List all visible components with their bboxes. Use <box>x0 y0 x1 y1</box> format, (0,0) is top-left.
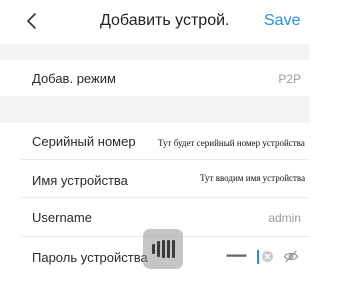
add-mode-label: Добав. режим <box>32 71 116 86</box>
voice-input-button[interactable] <box>143 229 183 269</box>
voice-bar <box>157 241 160 257</box>
password-input[interactable]: •••••••• <box>214 249 264 265</box>
add-mode-value: P2P <box>278 72 301 86</box>
username-label: Username <box>32 210 92 225</box>
right-margin <box>309 44 359 287</box>
section-separator <box>0 96 309 123</box>
voice-bar <box>167 240 170 258</box>
back-button[interactable] <box>20 9 44 33</box>
password-label: Пароль устройства <box>32 250 148 265</box>
page-title: Добавить устрой... <box>100 12 230 29</box>
text-caret <box>257 250 259 264</box>
username-value: admin <box>268 211 301 225</box>
section-separator <box>0 44 309 60</box>
voice-bar <box>152 244 155 254</box>
eye-off-icon <box>283 250 299 263</box>
voice-bar <box>162 240 165 258</box>
add-device-screen: Добавить устрой... Save Добав. режим P2P… <box>0 0 359 287</box>
serial-number-label: Серийный номер <box>32 134 136 149</box>
device-name-label: Имя устройства <box>32 173 128 188</box>
chevron-left-icon <box>27 13 36 29</box>
serial-number-annotation: Тут будет серийный номер устройства <box>158 138 305 148</box>
password-masked-value: •••••••• <box>226 251 247 262</box>
clear-circle-icon <box>264 253 271 260</box>
voice-bar <box>172 240 175 258</box>
add-mode-row[interactable]: Добав. режим P2P <box>0 60 309 96</box>
device-name-annotation: Тут вводим имя устройства <box>200 173 306 183</box>
toggle-password-visibility-button[interactable] <box>283 250 299 263</box>
clear-password-button[interactable] <box>262 251 273 262</box>
header-bar: Добавить устрой... Save <box>0 0 359 44</box>
save-button[interactable]: Save <box>264 12 300 30</box>
